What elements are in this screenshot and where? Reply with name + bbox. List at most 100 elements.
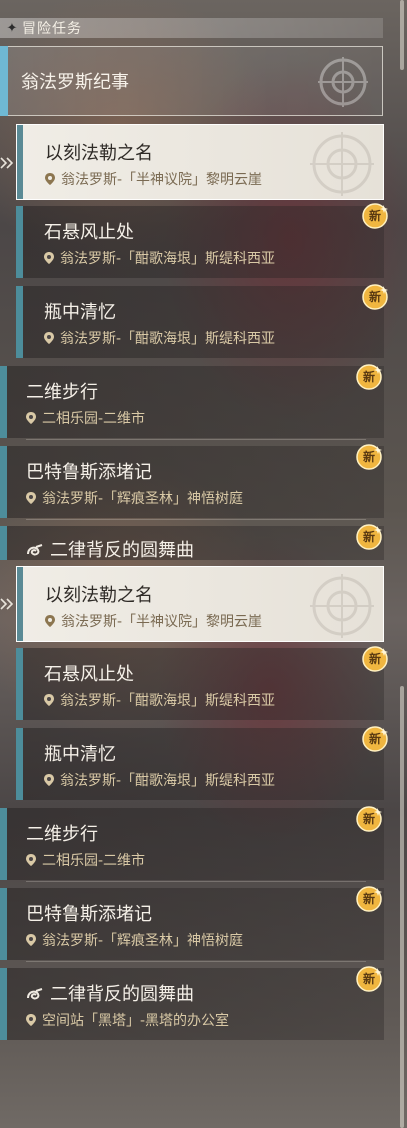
quest-location-text: 翁法罗斯-「酣歌海垠」斯缇科西亚 [60, 693, 276, 709]
quest-accent-bar [16, 206, 23, 278]
quest-item[interactable]: 瓶中清忆 翁法罗斯-「酣歌海垠」斯缇科西亚 [16, 286, 384, 358]
quest-name: 石悬风止处 [44, 222, 134, 243]
quest-location: 翁法罗斯-「酣歌海垠」斯缇科西亚 [44, 770, 275, 790]
map-pin-icon [26, 854, 36, 866]
quest-accent-bar [17, 125, 23, 199]
quest-name: 二维步行 [26, 824, 98, 845]
quest-item[interactable]: 二律背反的圆舞曲 [0, 526, 384, 560]
new-badge-label: 新 [368, 209, 381, 223]
new-badge-icon: 新 [355, 363, 383, 391]
quest-location: 翁法罗斯-「半神议院」黎明云崖 [45, 611, 262, 631]
new-badge-label: 新 [362, 530, 375, 544]
new-badge-icon: 新 [361, 202, 389, 230]
quest-location: 翁法罗斯-「半神议院」黎明云崖 [45, 169, 262, 189]
quest-accent-bar [0, 526, 7, 560]
quest-item-selected[interactable]: 以刻法勒之名 翁法罗斯-「半神议院」黎明云崖 [16, 124, 384, 200]
new-badge-icon: 新 [355, 443, 383, 471]
scrollbar-bottom[interactable] [400, 686, 404, 1128]
quest-accent-bar [16, 728, 23, 800]
quest-location: 翁法罗斯-「酣歌海垠」斯缇科西亚 [44, 328, 275, 348]
new-badge-label: 新 [362, 812, 375, 826]
new-badge-label: 新 [368, 732, 381, 746]
double-chevron-right-icon [0, 157, 14, 169]
quest-name: 二维步行 [26, 382, 98, 403]
quest-location-text: 二相乐园-二维市 [42, 411, 146, 427]
scrollbar-top[interactable] [400, 0, 404, 70]
quest-name: 瓶中清忆 [44, 302, 116, 323]
quest-item[interactable]: 瓶中清忆 翁法罗斯-「酣歌海垠」斯缇科西亚 [16, 728, 384, 800]
quest-name-text: 二律背反的圆舞曲 [50, 984, 194, 1005]
new-badge-icon: 新 [355, 805, 383, 833]
diamond-star-icon: ✦ [6, 20, 18, 36]
new-badge-label: 新 [368, 652, 381, 666]
new-badge-icon: 新 [361, 645, 389, 673]
quest-location-text: 空间站「黑塔」-黑塔的办公室 [42, 1013, 230, 1029]
quest-location-text: 翁法罗斯-「酣歌海垠」斯缇科西亚 [60, 773, 276, 789]
category-name: 翁法罗斯纪事 [21, 72, 129, 93]
map-pin-icon [45, 173, 55, 185]
quest-name-text: 二律背反的圆舞曲 [50, 540, 194, 560]
quest-location-text: 翁法罗斯-「半神议院」黎明云崖 [61, 614, 263, 630]
quest-item[interactable]: 二维步行 二相乐园-二维市 [0, 366, 384, 438]
quest-location-text: 翁法罗斯-「酣歌海垠」斯缇科西亚 [60, 251, 276, 267]
quest-location: 二相乐园-二维市 [26, 850, 145, 870]
swirl-icon [27, 544, 43, 556]
divider [26, 519, 366, 520]
emblem-icon [310, 132, 374, 196]
emblem-icon [318, 57, 368, 107]
quest-accent-bar [16, 648, 23, 720]
map-pin-icon [44, 252, 54, 264]
quest-location-text: 翁法罗斯-「酣歌海垠」斯缇科西亚 [60, 331, 276, 347]
map-pin-icon [44, 774, 54, 786]
new-badge-icon: 新 [361, 283, 389, 311]
quest-location-text: 翁法罗斯-「半神议院」黎明云崖 [61, 172, 263, 188]
quest-location-text: 翁法罗斯-「辉痕圣林」神悟树庭 [42, 491, 244, 507]
quest-location: 翁法罗斯-「酣歌海垠」斯缇科西亚 [44, 248, 275, 268]
section-header: ✦ 冒险任务 [0, 18, 383, 38]
new-badge-icon: 新 [361, 725, 389, 753]
double-chevron-right-icon [0, 598, 14, 610]
quest-name: 巴特鲁斯添堵记 [26, 904, 152, 925]
quest-name: 巴特鲁斯添堵记 [26, 462, 152, 483]
map-pin-icon [44, 332, 54, 344]
quest-item[interactable]: 巴特鲁斯添堵记 翁法罗斯-「辉痕圣林」神悟树庭 [0, 446, 384, 518]
divider [26, 439, 366, 440]
quest-name: 以刻法勒之名 [45, 143, 153, 164]
quest-accent-bar [16, 286, 23, 358]
map-pin-icon [26, 412, 36, 424]
map-pin-icon [26, 1014, 36, 1026]
new-badge-label: 新 [362, 370, 375, 384]
quest-accent-bar [0, 366, 7, 438]
new-badge-label: 新 [368, 290, 381, 304]
quest-accent-bar [17, 567, 23, 641]
quest-item-selected[interactable]: 以刻法勒之名 翁法罗斯-「半神议院」黎明云崖 [16, 566, 384, 642]
new-badge-icon: 新 [355, 885, 383, 913]
quest-location: 翁法罗斯-「辉痕圣林」神悟树庭 [26, 930, 243, 950]
quest-accent-bar [0, 888, 7, 960]
map-pin-icon [26, 934, 36, 946]
quest-item[interactable]: 二维步行 二相乐园-二维市 [0, 808, 384, 880]
new-badge-icon: 新 [355, 523, 383, 551]
category-card[interactable]: 翁法罗斯纪事 [0, 46, 383, 116]
section-title: 冒险任务 [22, 21, 82, 37]
quest-name: 二律背反的圆舞曲 [26, 536, 194, 560]
map-pin-icon [26, 492, 36, 504]
new-badge-label: 新 [362, 972, 375, 986]
divider [26, 881, 366, 882]
quest-item[interactable]: 石悬风止处 翁法罗斯-「酣歌海垠」斯缇科西亚 [16, 648, 384, 720]
quest-item[interactable]: 石悬风止处 翁法罗斯-「酣歌海垠」斯缇科西亚 [16, 206, 384, 278]
category-accent-bar [0, 46, 8, 116]
quest-name: 石悬风止处 [44, 664, 134, 685]
quest-location: 二相乐园-二维市 [26, 408, 145, 428]
divider [26, 961, 366, 962]
quest-name: 以刻法勒之名 [45, 585, 153, 606]
new-badge-icon: 新 [355, 965, 383, 993]
quest-name: 二律背反的圆舞曲 [26, 980, 194, 1006]
quest-accent-bar [0, 808, 7, 880]
quest-location: 翁法罗斯-「酣歌海垠」斯缇科西亚 [44, 690, 275, 710]
quest-item[interactable]: 二律背反的圆舞曲 空间站「黑塔」-黑塔的办公室 [0, 968, 384, 1040]
quest-location-text: 翁法罗斯-「辉痕圣林」神悟树庭 [42, 933, 244, 949]
quest-location: 空间站「黑塔」-黑塔的办公室 [26, 1010, 229, 1030]
quest-item[interactable]: 巴特鲁斯添堵记 翁法罗斯-「辉痕圣林」神悟树庭 [0, 888, 384, 960]
quest-name: 瓶中清忆 [44, 744, 116, 765]
